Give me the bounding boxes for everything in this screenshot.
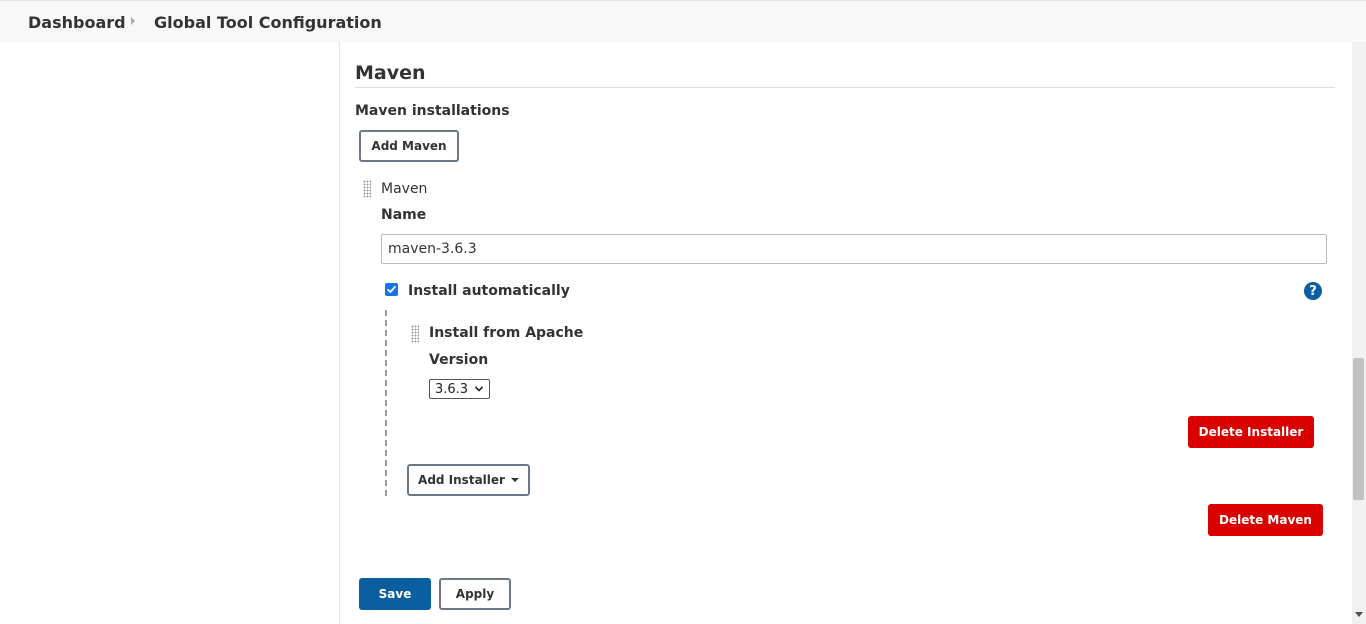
delete-maven-button[interactable]: Delete Maven	[1208, 504, 1323, 536]
installer-title: Install from Apache	[429, 325, 584, 341]
delete-installer-button[interactable]: Delete Installer	[1188, 416, 1314, 448]
breadcrumb-dashboard[interactable]: Dashboard	[28, 13, 126, 32]
chevron-right-icon	[131, 17, 135, 25]
save-button[interactable]: Save	[359, 578, 431, 610]
chevron-down-icon	[474, 386, 484, 392]
checkmark-icon	[387, 285, 396, 293]
sidebar-divider	[339, 42, 340, 624]
version-label: Version	[429, 352, 489, 368]
installer-group-border	[385, 310, 387, 496]
install-automatically-checkbox[interactable]	[385, 283, 398, 296]
installer-drag-handle-icon[interactable]	[411, 325, 419, 343]
scrollbar-thumb[interactable]	[1353, 358, 1364, 500]
apply-button[interactable]: Apply	[439, 578, 511, 610]
help-icon[interactable]: ?	[1304, 282, 1322, 300]
drag-handle-icon[interactable]	[363, 180, 371, 198]
name-input[interactable]	[381, 234, 1327, 264]
scroll-down-arrow-icon[interactable]	[1355, 612, 1363, 617]
add-installer-button[interactable]: Add Installer	[407, 464, 530, 496]
section-divider	[355, 87, 1335, 88]
section-title: Maven	[355, 62, 426, 84]
breadcrumb: Dashboard Global Tool Configuration	[0, 0, 1366, 43]
add-maven-button[interactable]: Add Maven	[359, 130, 459, 162]
name-label: Name	[381, 207, 427, 223]
install-automatically-label: Install automatically	[408, 283, 570, 299]
breadcrumb-global-tool-configuration[interactable]: Global Tool Configuration	[154, 13, 382, 32]
installation-header: Maven	[381, 181, 428, 197]
scrollbar-track[interactable]	[1352, 42, 1366, 624]
version-select-value: 3.6.3	[435, 381, 469, 397]
add-installer-label: Add Installer	[418, 473, 505, 487]
maven-installations-label: Maven installations	[355, 103, 510, 119]
version-select[interactable]: 3.6.3	[429, 379, 490, 399]
caret-down-icon	[510, 478, 519, 482]
